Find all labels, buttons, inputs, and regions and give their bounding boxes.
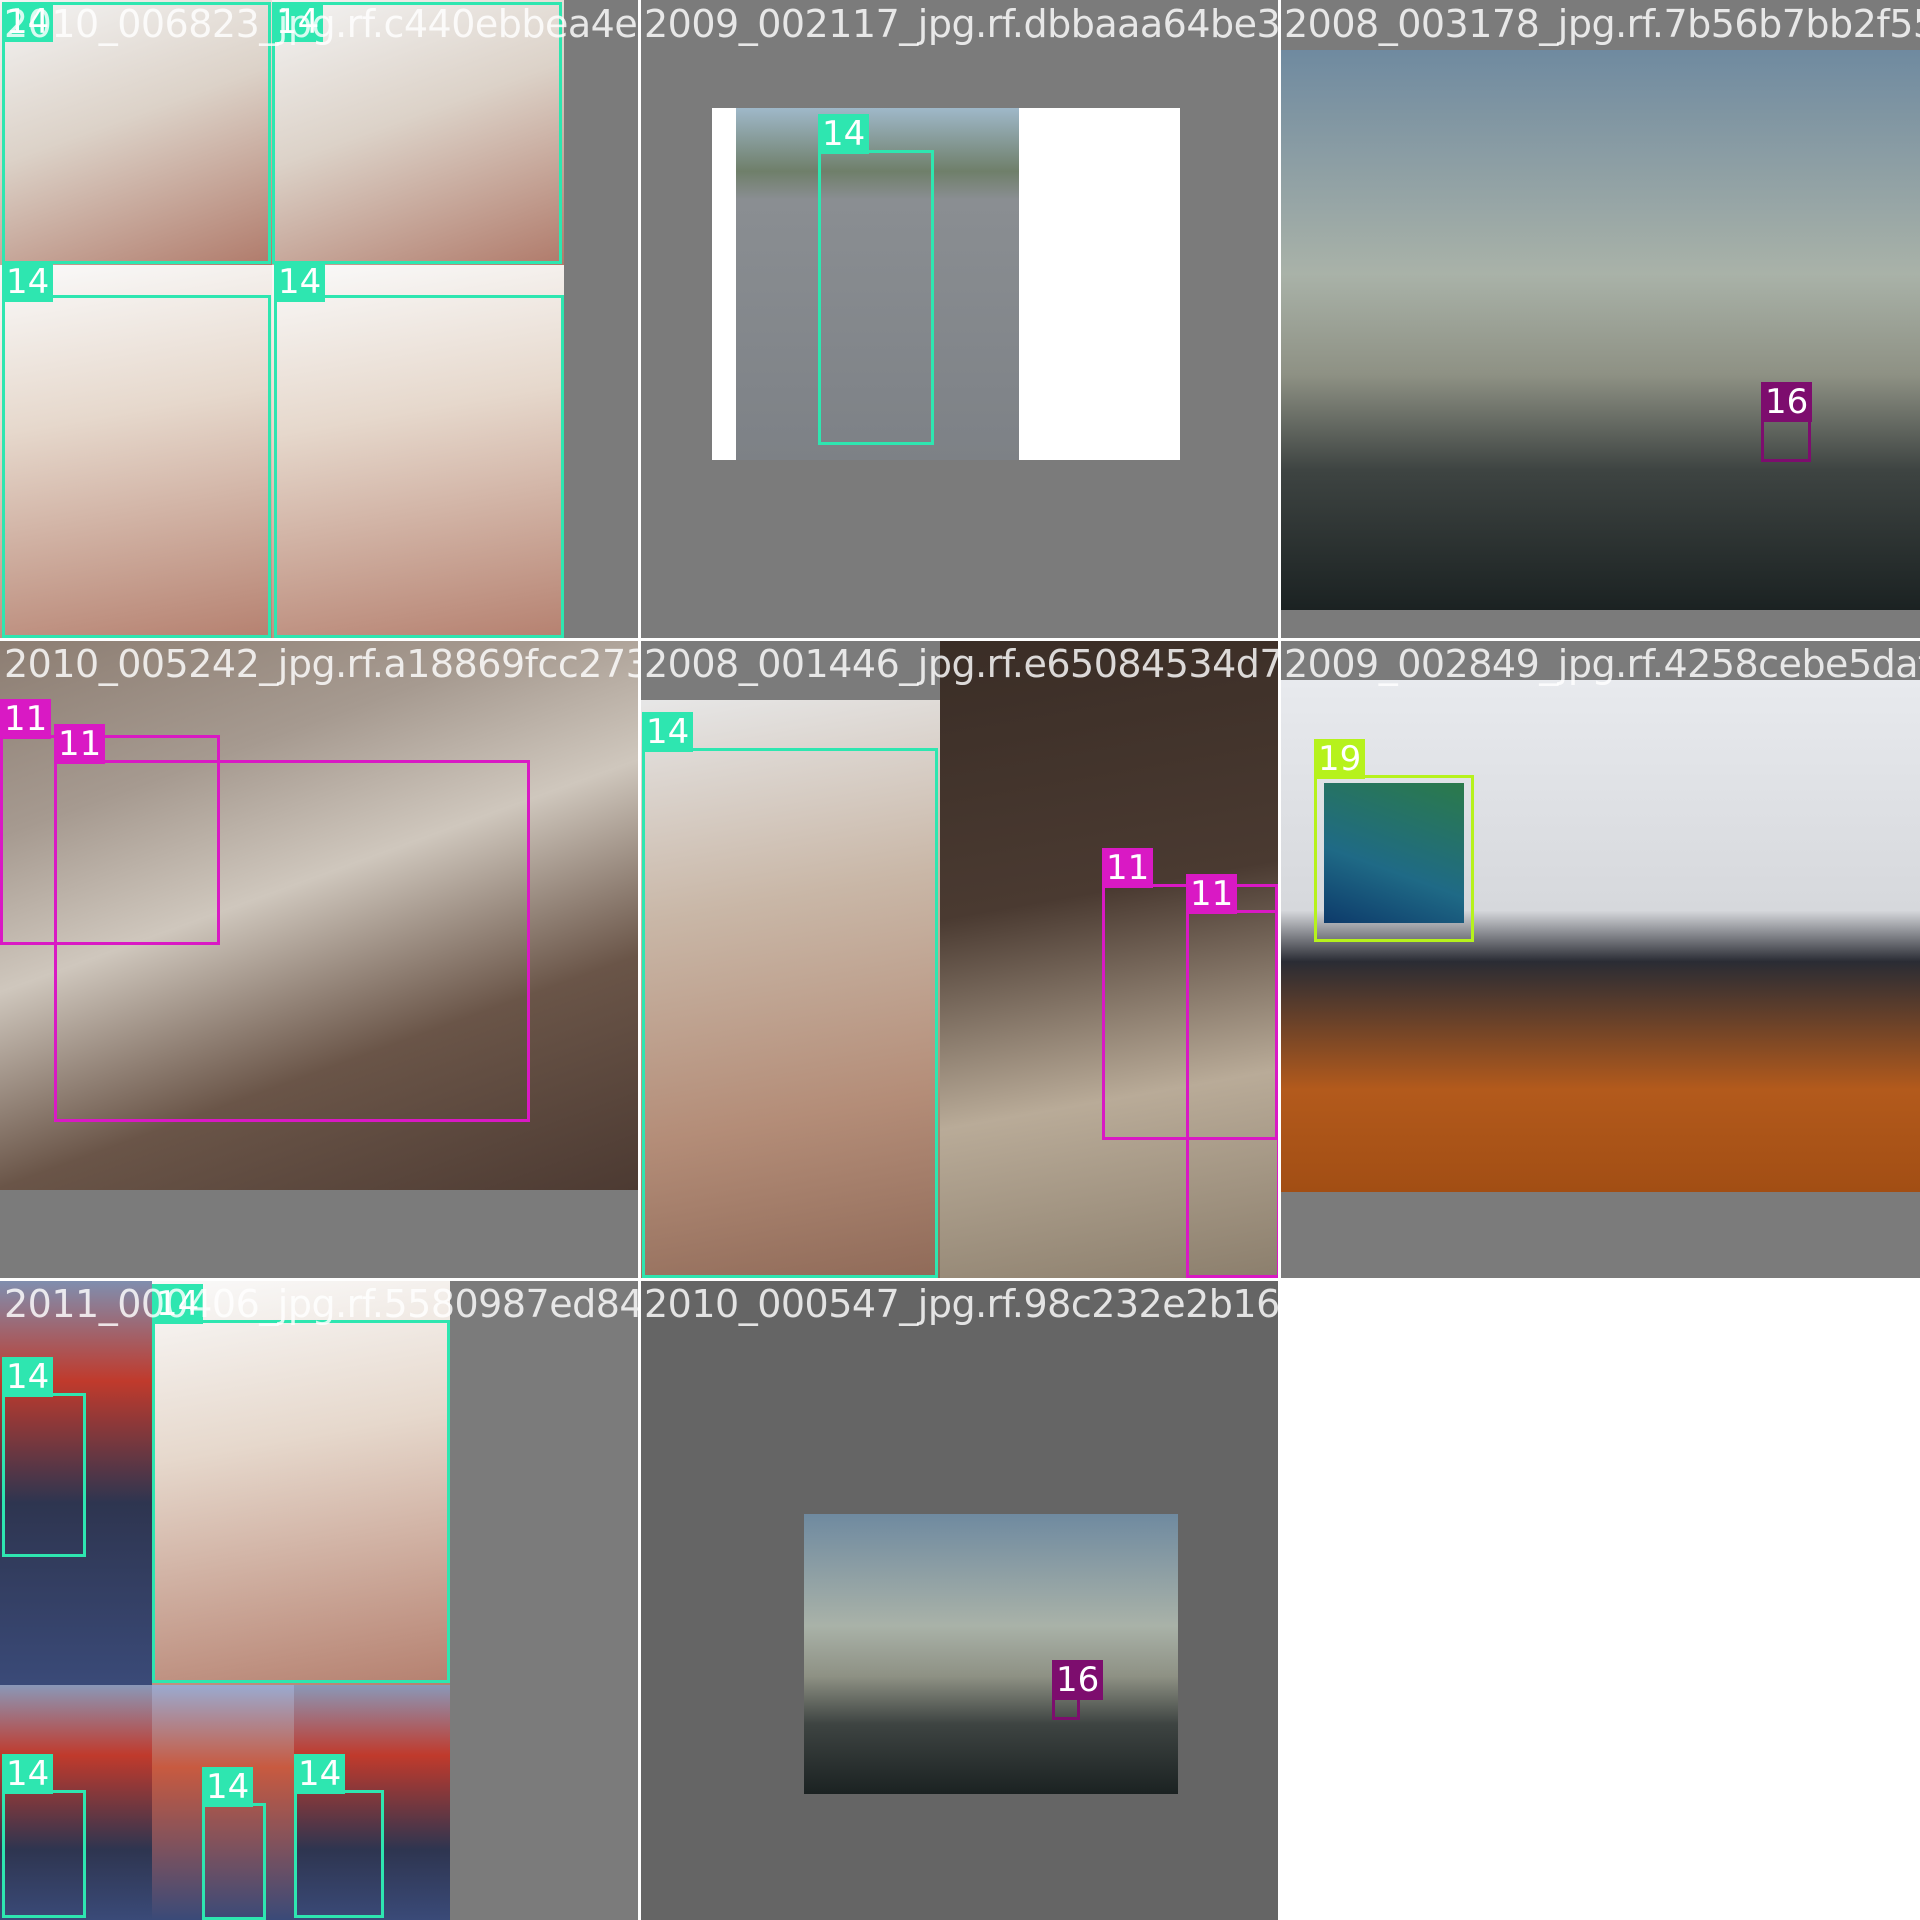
tile-4: 11 11 2010_005242_jpg.rf.a18869fcc273576… (0, 640, 640, 1280)
bbox-label: 14 (2, 262, 54, 302)
bbox-label: 14 (294, 1754, 346, 1794)
tile-2: 14 2009_002117_jpg.rf.dbbaaa64be34fe2057 (640, 0, 1280, 640)
tile-5: 14 11 11 2008_001446_jpg.rf.e65084534d7d… (640, 640, 1280, 1280)
bbox-tvmonitor (1314, 775, 1474, 942)
bbox-label: 11 (0, 699, 52, 739)
bbox-label: 16 (1052, 1660, 1104, 1700)
bbox-label: 14 (202, 1767, 254, 1807)
tile-filename: 2010_006823_jpg.rf.c440ebbea4e4e82 (4, 2, 640, 46)
tile-filename: 2011_000406_jpg.rf.5580987ed84433 (4, 1282, 640, 1326)
bbox-pottedplant (1761, 418, 1811, 462)
bbox-label: 11 (1186, 874, 1238, 914)
landscape-photo (1280, 50, 1920, 610)
tile-filename: 2009_002849_jpg.rf.4258cebe5daf50 (1284, 642, 1920, 686)
tile-filename: 2009_002117_jpg.rf.dbbaaa64be34fe2057 (644, 2, 1280, 46)
tile-1: 14 14 14 14 2010_006823_jpg.rf.c440ebbea… (0, 0, 640, 640)
tile-6: 19 2009_002849_jpg.rf.4258cebe5daf50 (1280, 640, 1920, 1280)
bbox-label: 14 (274, 262, 326, 302)
tile-9-empty (1280, 1280, 1920, 1920)
bbox-person (152, 1320, 450, 1683)
bbox-person (202, 1803, 266, 1920)
grid-divider (638, 0, 641, 1920)
bbox-dog (1186, 910, 1280, 1278)
bbox-person (2, 1790, 86, 1918)
tile-3: 16 2008_003178_jpg.rf.7b56b7bb2f55c6 (1280, 0, 1920, 640)
bbox-person (274, 295, 564, 638)
bbox-person (294, 1790, 384, 1918)
tile-filename: 2010_005242_jpg.rf.a18869fcc2735768 (4, 642, 640, 686)
bbox-label: 14 (2, 1754, 54, 1794)
bbox-person (642, 748, 938, 1278)
landscape-photo (804, 1514, 1178, 1794)
bbox-person (2, 1393, 86, 1557)
tile-filename: 2008_003178_jpg.rf.7b56b7bb2f55c6 (1284, 2, 1920, 46)
bbox-label: 14 (2, 1357, 54, 1397)
bbox-person (2, 295, 271, 638)
bbox-person (818, 150, 934, 445)
tile-8: 16 2010_000547_jpg.rf.98c232e2b163107270… (640, 1280, 1280, 1920)
tile-filename: 2010_000547_jpg.rf.98c232e2b163107270ca2 (644, 1282, 1280, 1326)
grid-divider (1278, 0, 1281, 1920)
bbox-label: 14 (818, 114, 870, 154)
bbox-dog (54, 760, 530, 1122)
bbox-label: 19 (1314, 739, 1366, 779)
tile-filename: 2008_001446_jpg.rf.e65084534d7dce2 (644, 642, 1280, 686)
grid-divider (0, 1278, 1920, 1281)
bbox-label: 14 (642, 712, 694, 752)
grid-divider (0, 638, 1920, 641)
tile-7: 14 14 14 14 14 2011_000406_jpg.rf.558098… (0, 1280, 640, 1920)
bbox-label: 11 (1102, 848, 1154, 888)
bbox-label: 11 (54, 724, 106, 764)
bbox-label: 16 (1761, 382, 1813, 422)
